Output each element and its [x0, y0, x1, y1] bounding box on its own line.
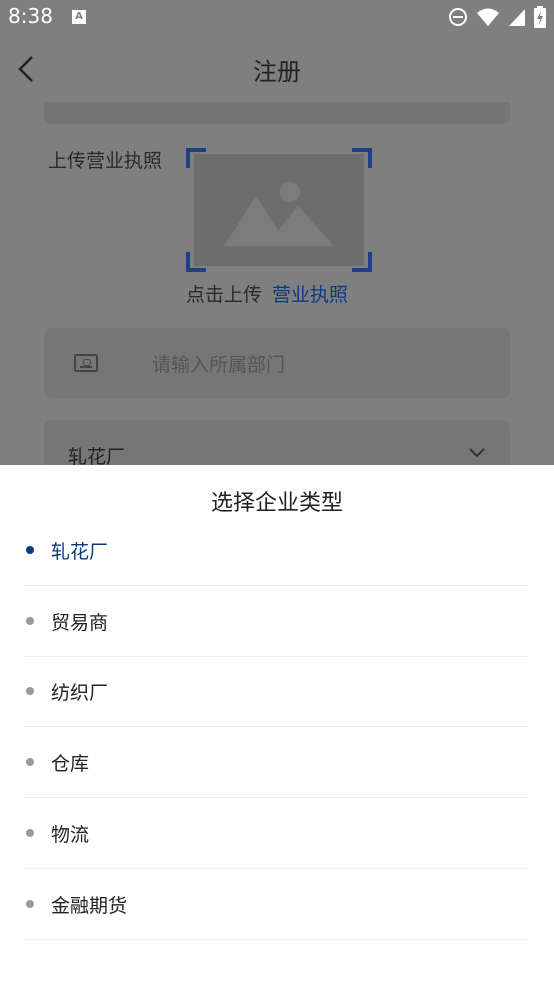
registration-form: 上传营业执照 点击上传 营业执照 请输入所属部门 轧花厂 [0, 102, 554, 465]
bullet-dot-icon [26, 900, 34, 908]
sheet-title: 选择企业类型 [210, 491, 343, 516]
frame-corner [352, 148, 372, 168]
option-item[interactable]: 仓库 [24, 727, 528, 798]
battery-icon [534, 6, 546, 28]
status-icons [448, 6, 546, 28]
upload-hint-prefix: 点击上传 [186, 284, 263, 306]
chevron-down-icon [469, 448, 485, 458]
option-label: 纺织厂 [51, 682, 109, 704]
license-upload-area[interactable] [186, 148, 372, 272]
option-item[interactable]: 贸易商 [24, 586, 528, 657]
option-label: 物流 [51, 824, 90, 846]
option-label: 仓库 [51, 753, 90, 775]
signal-icon [509, 9, 525, 26]
bullet-dot-icon [26, 758, 34, 766]
image-placeholder [194, 154, 364, 266]
id-card-icon [74, 354, 98, 372]
wifi-icon [477, 8, 499, 26]
frame-corner [186, 252, 206, 272]
option-label: 轧花厂 [51, 541, 109, 563]
app-header: 注册 [0, 36, 554, 102]
option-item[interactable]: 金融期货 [24, 869, 528, 940]
do-not-disturb-icon [449, 8, 467, 26]
frame-corner [352, 252, 372, 272]
option-item[interactable]: 纺织厂 [24, 656, 528, 727]
enterprise-type-value: 轧花厂 [68, 446, 126, 465]
page-title: 注册 [253, 58, 301, 86]
upload-hint: 点击上传 营业执照 [186, 280, 348, 307]
selected-dot-icon [26, 546, 34, 554]
previous-input-field[interactable] [44, 102, 510, 124]
upload-license-label: 上传营业执照 [48, 150, 163, 172]
department-input[interactable]: 请输入所属部门 [44, 328, 510, 398]
enterprise-type-sheet: 选择企业类型 轧花厂 贸易商 纺织厂 仓库 物流 金融期货 [0, 465, 554, 984]
department-placeholder: 请输入所属部门 [152, 354, 286, 376]
notification-icon: A [72, 10, 86, 24]
status-time: 8:38 [8, 4, 53, 28]
option-item[interactable]: 轧花厂 [24, 515, 528, 586]
option-item[interactable]: 物流 [24, 798, 528, 869]
bullet-dot-icon [26, 617, 34, 625]
option-label: 金融期货 [51, 895, 128, 917]
bullet-dot-icon [26, 687, 34, 695]
upload-hint-link[interactable]: 营业执照 [272, 284, 348, 306]
status-bar: 8:38 A [0, 0, 554, 36]
enterprise-type-select[interactable]: 轧花厂 [44, 420, 510, 465]
option-label: 贸易商 [51, 612, 109, 634]
frame-corner [186, 148, 206, 168]
image-placeholder-icon [224, 182, 334, 246]
bullet-dot-icon [26, 829, 34, 837]
